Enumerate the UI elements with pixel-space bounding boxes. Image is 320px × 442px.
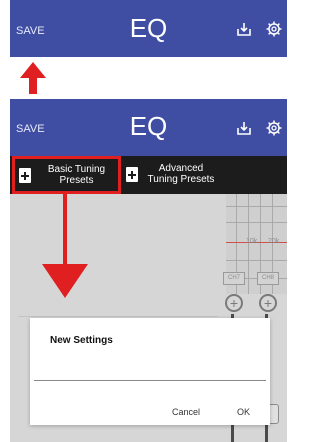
header-bar-2: SAVE EQ <box>10 99 287 156</box>
cancel-button[interactable]: Cancel <box>172 407 200 417</box>
slider-divider <box>18 316 218 317</box>
export-icon[interactable] <box>236 120 252 136</box>
channel-button-ch7[interactable]: CH7 <box>223 272 245 285</box>
settings-name-input[interactable] <box>34 380 266 381</box>
gear-icon[interactable] <box>266 21 282 37</box>
add-icon[interactable]: + <box>225 294 243 312</box>
advanced-tuning-presets-button[interactable]: Advanced Tuning Presets <box>122 158 220 192</box>
advanced-tuning-presets-label: Advanced Tuning Presets <box>147 163 215 185</box>
add-file-icon <box>19 168 31 183</box>
hz-label: 20k <box>268 238 280 245</box>
export-icon[interactable] <box>236 21 252 37</box>
new-settings-dialog: New Settings Cancel OK <box>30 318 270 425</box>
up-arrow-icon <box>20 62 46 94</box>
add-file-icon <box>126 167 138 182</box>
ok-button[interactable]: OK <box>237 407 250 417</box>
basic-tuning-presets-button[interactable]: Basic Tuning Presets <box>12 156 121 194</box>
gear-icon[interactable] <box>266 120 282 136</box>
basic-tuning-presets-label: Basic Tuning Presets <box>47 164 106 186</box>
channel-button-ch8[interactable]: CH8 <box>257 272 279 285</box>
preset-bar: Basic Tuning Presets Advanced Tuning Pre… <box>10 156 287 194</box>
add-icon[interactable]: + <box>259 294 277 312</box>
header-bar: SAVE EQ <box>10 0 287 57</box>
down-arrow-icon <box>42 194 88 298</box>
hz-label: 10k <box>246 238 258 245</box>
dialog-title: New Settings <box>50 335 113 346</box>
